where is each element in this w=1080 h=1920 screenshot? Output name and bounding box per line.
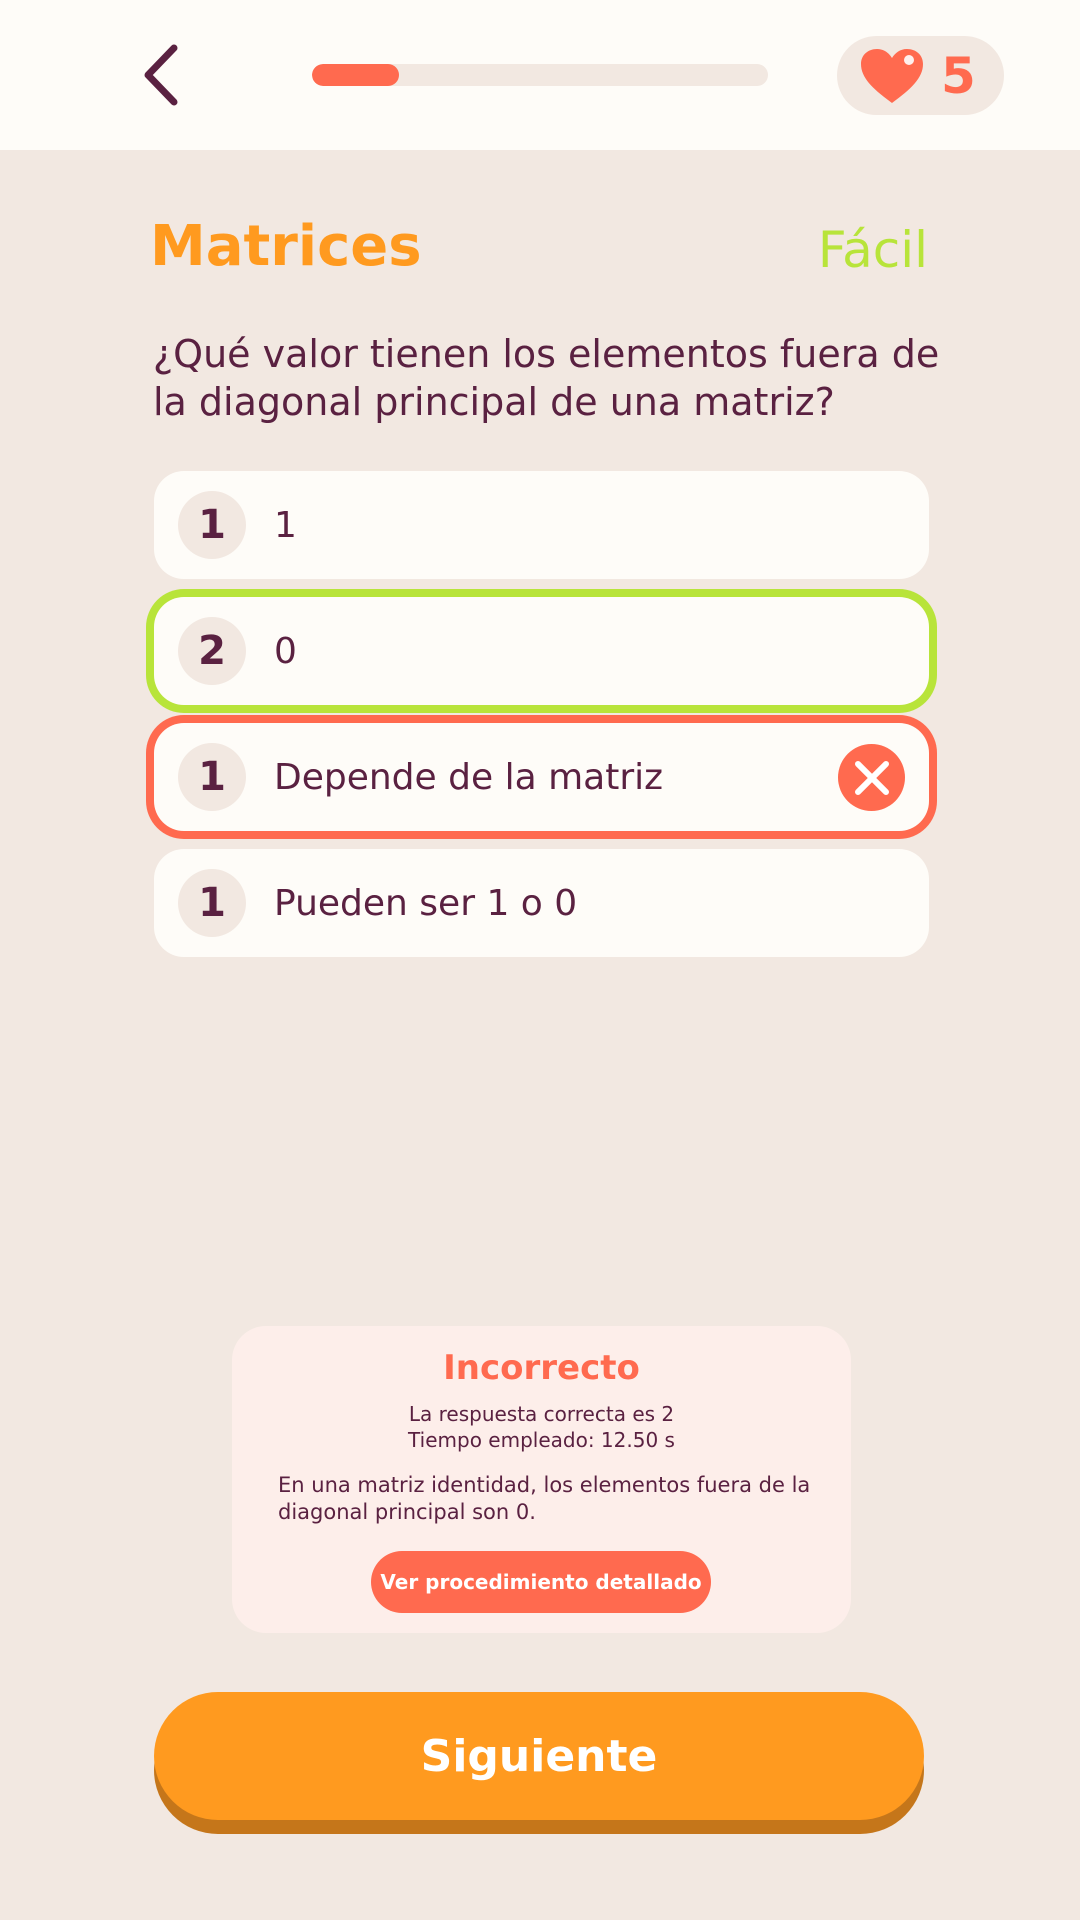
back-button[interactable]	[130, 40, 190, 110]
answer-option-2-correct[interactable]: 2 0	[154, 597, 929, 705]
option-badge: 1	[178, 743, 246, 811]
option-badge: 1	[178, 869, 246, 937]
feedback-panel: Incorrecto La respuesta correcta es 2 Ti…	[232, 1326, 851, 1633]
option-text: 1	[274, 504, 297, 546]
answer-option-4[interactable]: 1 Pueden ser 1 o 0	[154, 849, 929, 957]
lives-counter: 5	[837, 36, 1004, 115]
chevron-left-icon	[144, 44, 178, 106]
next-button[interactable]: Siguiente	[154, 1692, 924, 1820]
feedback-title: Incorrecto	[443, 1348, 640, 1388]
topic-title: Matrices	[150, 214, 422, 279]
option-badge: 2	[178, 617, 246, 685]
time-spent-text: Tiempo empleado: 12.50 s	[408, 1428, 675, 1452]
heart-icon	[861, 48, 923, 103]
question-text: ¿Qué valor tienen los elementos fuera de…	[153, 332, 940, 424]
answer-option-3-wrong[interactable]: 1 Depende de la matriz	[154, 723, 929, 831]
close-icon	[854, 760, 889, 795]
option-badge: 1	[178, 491, 246, 559]
lives-count: 5	[941, 46, 976, 105]
answer-options: 1 1 2 0 1 Depende de la matriz 1 Pueden …	[154, 471, 929, 975]
option-text: Pueden ser 1 o 0	[274, 882, 578, 924]
progress-bar	[312, 64, 768, 86]
correct-answer-text: La respuesta correcta es 2	[408, 1402, 675, 1426]
view-procedure-button[interactable]: Ver procedimiento detallado	[371, 1551, 711, 1613]
top-bar: 5	[0, 0, 1080, 150]
option-text: 0	[274, 630, 297, 672]
wrong-answer-icon	[838, 744, 905, 811]
difficulty-label: Fácil	[817, 221, 928, 279]
explanation-text: En una matriz identidad, los elementos f…	[278, 1473, 811, 1524]
progress-fill	[312, 64, 399, 86]
answer-option-1[interactable]: 1 1	[154, 471, 929, 579]
option-text: Depende de la matriz	[274, 756, 664, 798]
